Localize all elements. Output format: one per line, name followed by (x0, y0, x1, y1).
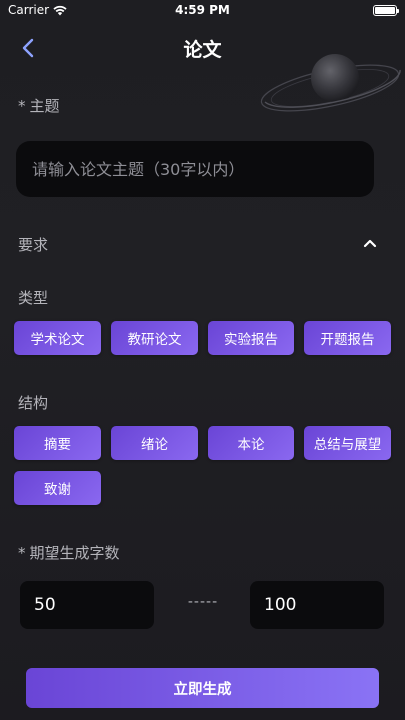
structure-option-conclusion-outlook[interactable]: 总结与展望 (304, 426, 391, 460)
structure-option-abstract[interactable]: 摘要 (14, 426, 101, 460)
requirements-label: 要求 (18, 236, 49, 254)
topic-input[interactable] (16, 141, 374, 197)
word-count-label-text: 期望生成字数 (29, 544, 120, 562)
generate-button[interactable]: 立即生成 (26, 668, 379, 708)
structure-option-introduction[interactable]: 绪论 (111, 426, 198, 460)
status-bar: Carrier 4:59 PM (0, 0, 405, 22)
structure-option-acknowledgements[interactable]: 致谢 (14, 471, 101, 505)
range-separator: ----- (187, 594, 219, 610)
type-option-academic[interactable]: 学术论文 (14, 321, 101, 355)
essay-generator-screen: Carrier 4:59 PM 论文 * 主题 请输入论文主题（30字以内） 要… (0, 0, 405, 720)
nav-bar: 论文 (0, 28, 405, 68)
min-word-count-input[interactable] (20, 581, 154, 629)
battery-fill (375, 7, 395, 14)
word-count-label: * 期望生成字数 (18, 542, 120, 563)
topic-label: * 主题 (18, 95, 60, 116)
type-option-lab-report[interactable]: 实验报告 (208, 321, 294, 355)
requirements-toggle[interactable]: 要求 (0, 228, 405, 258)
topic-label-text: 主题 (29, 97, 60, 115)
required-mark: * (18, 544, 26, 562)
page-title: 论文 (183, 39, 222, 61)
structure-label: 结构 (18, 394, 49, 412)
structure-option-main-body[interactable]: 本论 (208, 426, 294, 460)
type-option-proposal-report[interactable]: 开题报告 (304, 321, 391, 355)
required-mark: * (18, 97, 26, 115)
status-time: 4:59 PM (175, 3, 230, 17)
type-label: 类型 (18, 289, 49, 307)
battery-icon (373, 5, 399, 16)
chevron-up-icon (363, 239, 377, 248)
max-word-count-input[interactable] (250, 581, 384, 629)
type-option-teaching-research[interactable]: 教研论文 (111, 321, 198, 355)
